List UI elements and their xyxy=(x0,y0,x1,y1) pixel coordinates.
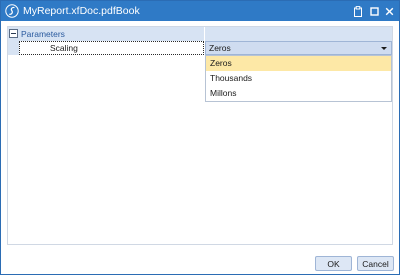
dropdown-option-zeros[interactable]: Zeros xyxy=(206,56,391,71)
app-logo-icon xyxy=(5,4,19,18)
dropdown-option-millons[interactable]: Millons xyxy=(206,86,391,101)
column-divider xyxy=(204,27,205,41)
property-name-cell[interactable]: Scaling xyxy=(19,41,204,55)
property-grid: Parameters Scaling Zeros Zeros Thousands… xyxy=(7,26,393,245)
category-label: Parameters xyxy=(21,29,65,39)
ok-button[interactable]: OK xyxy=(315,256,352,271)
cancel-button[interactable]: Cancel xyxy=(357,256,394,271)
row-gutter xyxy=(8,41,19,55)
scaling-value: Zeros xyxy=(209,43,231,53)
window-title: MyReport.xfDoc.pdfBook xyxy=(23,5,140,17)
clipboard-icon[interactable] xyxy=(351,3,365,19)
title-bar: MyReport.xfDoc.pdfBook xyxy=(1,1,399,21)
property-name: Scaling xyxy=(50,43,78,53)
collapse-icon[interactable] xyxy=(9,29,18,38)
category-row-parameters[interactable]: Parameters xyxy=(8,27,392,41)
scaling-dropdown-list: Zeros Thousands Millons xyxy=(205,55,392,102)
maximize-icon[interactable] xyxy=(367,3,381,19)
dropdown-option-thousands[interactable]: Thousands xyxy=(206,71,391,86)
scaling-select[interactable]: Zeros xyxy=(205,41,392,55)
dropdown-arrow-icon[interactable] xyxy=(381,47,387,50)
property-row-scaling[interactable]: Scaling Zeros xyxy=(8,41,392,55)
close-icon[interactable] xyxy=(382,3,396,19)
dialog-window: MyReport.xfDoc.pdfBook Parameters Scalin… xyxy=(0,0,400,275)
